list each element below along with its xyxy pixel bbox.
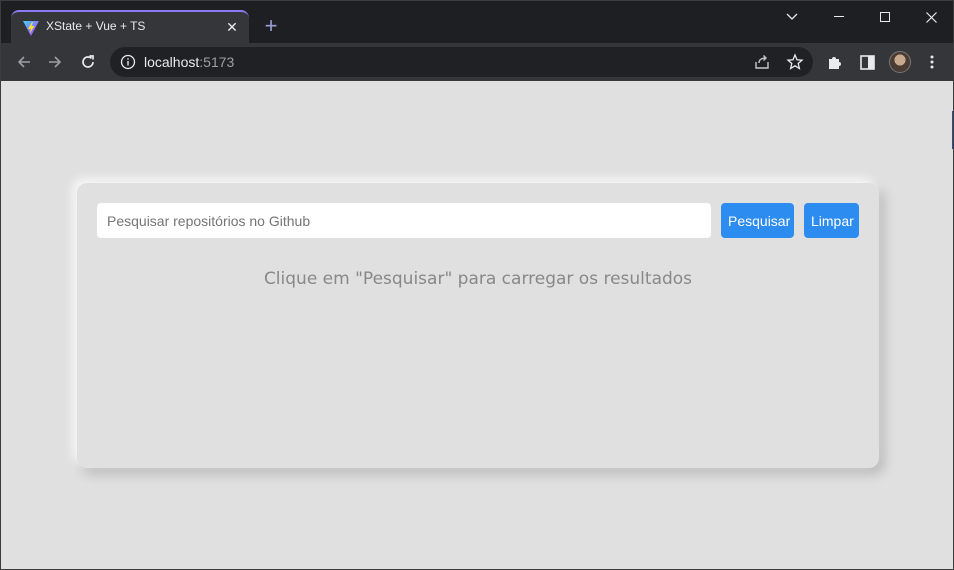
- search-button[interactable]: Pesquisar: [721, 203, 794, 238]
- title-bar: XState + Vue + TS ✕ +: [1, 1, 953, 43]
- puzzle-icon[interactable]: [824, 51, 846, 73]
- url-text: localhost:5173: [144, 54, 234, 70]
- kebab-menu-icon[interactable]: [921, 51, 943, 73]
- share-icon[interactable]: [753, 53, 771, 71]
- vite-favicon-icon: [23, 21, 39, 36]
- search-card: Pesquisar Limpar Clique em "Pesquisar" p…: [77, 183, 879, 468]
- plus-icon[interactable]: +: [259, 15, 283, 39]
- side-panel-icon[interactable]: [856, 51, 878, 73]
- tab-title: XState + Vue + TS: [46, 19, 146, 33]
- star-icon[interactable]: [786, 53, 804, 71]
- search-input[interactable]: [97, 203, 711, 238]
- forward-arrow-icon[interactable]: [42, 49, 68, 75]
- maximize-icon[interactable]: [862, 1, 908, 33]
- page-viewport: Pesquisar Limpar Clique em "Pesquisar" p…: [1, 81, 953, 569]
- info-icon[interactable]: [120, 54, 136, 70]
- close-window-icon[interactable]: [908, 1, 953, 33]
- chevron-down-icon[interactable]: [769, 1, 815, 33]
- url-host: localhost: [144, 54, 200, 70]
- browser-window: XState + Vue + TS ✕ + localhost:5173 Pes…: [0, 0, 954, 570]
- clear-button[interactable]: Limpar: [804, 203, 859, 238]
- profile-button[interactable]: [889, 51, 911, 73]
- back-arrow-icon[interactable]: [11, 49, 37, 75]
- browser-toolbar: localhost:5173: [1, 43, 953, 81]
- url-port: :5173: [199, 54, 235, 70]
- close-icon[interactable]: ✕: [223, 18, 241, 36]
- empty-state-hint: Clique em "Pesquisar" para carregar os r…: [263, 269, 693, 289]
- minimize-icon[interactable]: [816, 1, 862, 33]
- reload-icon[interactable]: [75, 49, 101, 75]
- avatar: [889, 51, 911, 73]
- address-bar[interactable]: localhost:5173: [110, 47, 813, 77]
- browser-tab[interactable]: XState + Vue + TS ✕: [11, 10, 249, 43]
